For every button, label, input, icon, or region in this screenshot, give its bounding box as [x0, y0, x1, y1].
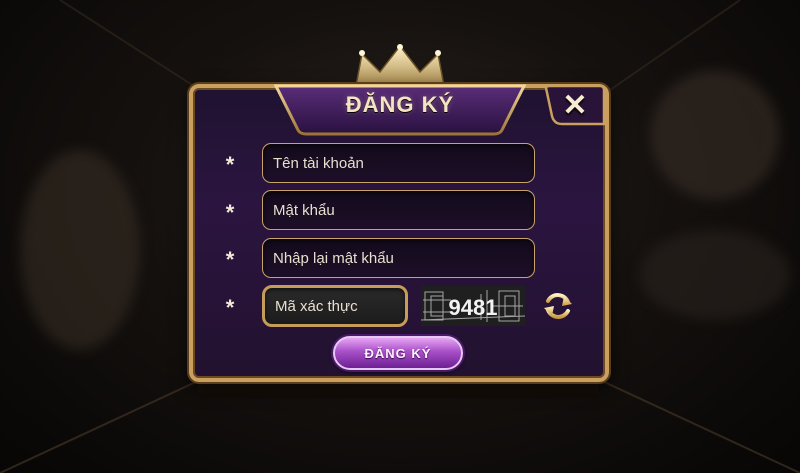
password-input[interactable]: [263, 191, 534, 229]
register-button[interactable]: ĐĂNG KÝ: [333, 336, 463, 370]
close-icon[interactable]: ✕: [544, 84, 606, 128]
confirm-password-field: [262, 238, 535, 278]
password-field: [262, 190, 535, 230]
confirm-password-input[interactable]: [263, 239, 534, 277]
dialog-title: ĐĂNG KÝ: [345, 92, 455, 117]
required-mark: *: [225, 295, 235, 320]
refresh-icon[interactable]: [542, 290, 574, 322]
captcha-image: 9481: [420, 286, 526, 326]
required-mark: *: [225, 152, 235, 177]
captcha-field: [262, 285, 408, 327]
username-input[interactable]: [263, 144, 534, 182]
captcha-input[interactable]: [265, 288, 405, 324]
captcha-code: 9481: [449, 295, 498, 320]
close-button[interactable]: ✕: [544, 84, 606, 128]
username-field: [262, 143, 535, 183]
captcha-noise: 9481: [420, 286, 526, 326]
required-mark: *: [225, 247, 235, 272]
required-mark: *: [225, 200, 235, 225]
